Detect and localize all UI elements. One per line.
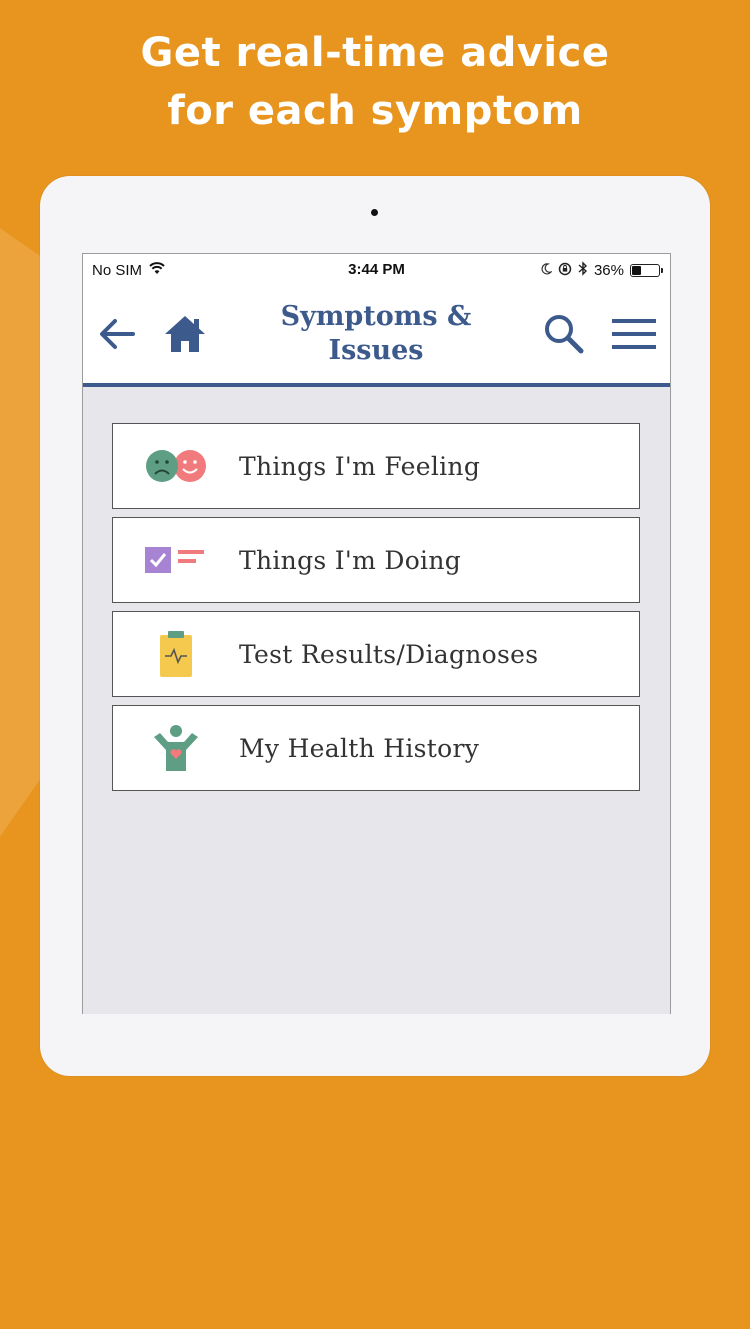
list-item-things-feeling[interactable]: Things I'm Feeling [112,423,640,509]
category-list: Things I'm Feeling Things I'm Doing Test… [112,423,640,799]
list-item-label: Test Results/Diagnoses [239,639,539,669]
moon-icon [540,262,553,279]
battery-percent: 36% [593,262,624,279]
checklist-icon [113,517,239,603]
search-button[interactable] [540,310,588,358]
status-right: 36% [540,261,663,280]
back-arrow-icon [100,319,135,349]
status-bar: No SIM 3:44 PM 36% [83,254,670,286]
list-item-label: My Health History [239,733,480,763]
list-item-health-history[interactable]: My Health History [112,705,640,791]
headline-line-1: Get real-time advice [140,30,610,76]
rotation-lock-icon [558,262,572,280]
bluetooth-icon [578,261,588,280]
page-title-line-2: Issues [328,335,424,366]
menu-icon [612,319,656,349]
navigation-bar: Symptoms & Issues [83,286,670,387]
promo-headline: Get real-time advice for each symptom [0,24,750,140]
list-item-test-results[interactable]: Test Results/Diagnoses [112,611,640,697]
list-item-label: Things I'm Feeling [239,451,481,481]
camera-dot [371,209,378,216]
person-heart-icon [113,705,239,791]
list-item-things-doing[interactable]: Things I'm Doing [112,517,640,603]
search-icon [545,315,584,354]
clipboard-icon [113,611,239,697]
page-title: Symptoms & Issues [233,300,519,368]
battery-icon [630,264,663,277]
back-button[interactable] [95,312,139,356]
battery-nub [661,268,663,273]
headline-line-2: for each symptom [167,88,583,134]
battery-fill [632,266,642,275]
app-screen: No SIM 3:44 PM 36% Symptoms & Issues Thi… [82,253,671,1014]
home-icon [165,316,205,352]
menu-button[interactable] [608,310,660,358]
page-title-line-1: Symptoms & [280,301,472,332]
sad-happy-faces-icon [113,423,239,509]
home-button[interactable] [161,310,209,358]
list-item-label: Things I'm Doing [239,545,462,575]
